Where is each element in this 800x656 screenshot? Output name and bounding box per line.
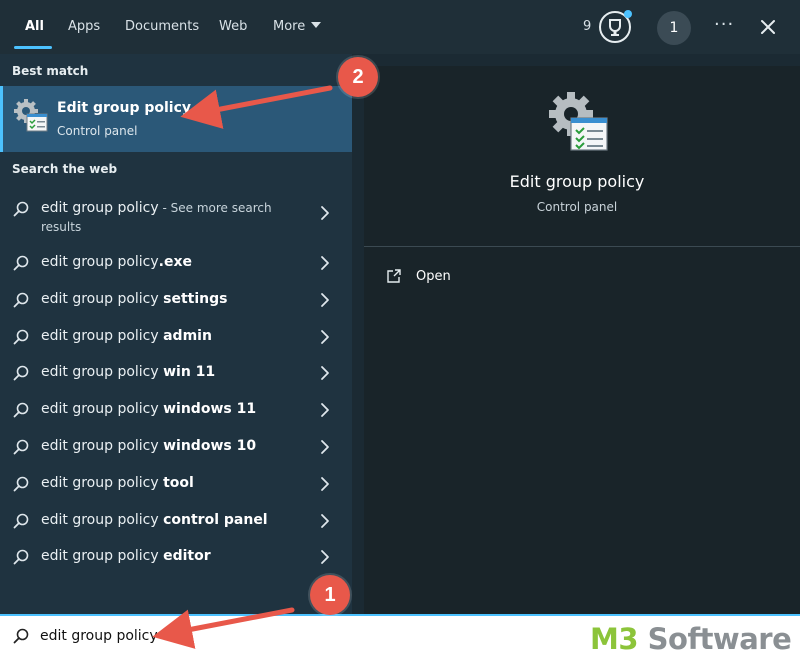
- web-result-suggestion: editor: [163, 548, 211, 565]
- web-result-text: edit group policy.exe: [41, 254, 192, 270]
- web-result-text: edit group policy settings: [41, 291, 227, 307]
- web-result[interactable]: edit group policy editor: [0, 538, 352, 575]
- search-icon: [13, 292, 29, 308]
- web-result-suggestion: admin: [163, 327, 212, 344]
- web-result-text: edit group policy tool: [41, 475, 194, 491]
- best-match-title: Edit group policy: [57, 100, 192, 116]
- search-icon: [13, 439, 29, 455]
- search-input[interactable]: [40, 625, 540, 647]
- web-result[interactable]: edit group policy settings: [0, 281, 352, 318]
- best-match-subtitle: Control panel: [57, 124, 138, 138]
- search-icon: [13, 550, 29, 565]
- search-icon: [13, 201, 29, 217]
- web-result-suggestion: control panel: [163, 511, 268, 528]
- web-result[interactable]: edit group policy control panel: [0, 502, 352, 539]
- chevron-right-icon: [321, 329, 329, 344]
- web-result-query: edit group policy: [41, 511, 164, 528]
- more-options-button[interactable]: ···: [714, 0, 734, 54]
- preview-title: Edit group policy: [509, 172, 645, 191]
- best-match-heading: Best match: [12, 64, 89, 78]
- web-result[interactable]: edit group policy win 11: [0, 354, 352, 391]
- web-result-query: edit group policy: [41, 290, 164, 307]
- watermark-m3: M3: [590, 622, 639, 656]
- tab-more-label: More: [273, 19, 306, 34]
- tab-documents[interactable]: Documents: [125, 0, 199, 54]
- preview-divider: [364, 246, 800, 247]
- see-more-hint: - See more search: [158, 201, 272, 215]
- close-icon[interactable]: [758, 17, 778, 37]
- watermark-logo: M3 Software: [590, 622, 792, 656]
- web-result-text: edit group policy control panel: [41, 512, 268, 528]
- open-label: Open: [416, 269, 451, 284]
- web-result-suggestion: .exe: [158, 254, 192, 270]
- web-result[interactable]: edit group policy tool: [0, 465, 352, 502]
- web-result-query: edit group policy: [41, 438, 164, 454]
- tab-web[interactable]: Web: [219, 0, 247, 54]
- web-result[interactable]: edit group policy windows 10: [0, 428, 352, 465]
- preview-subtitle: Control panel: [536, 200, 618, 214]
- best-match-item[interactable]: Edit group policy Control panel: [0, 86, 352, 152]
- see-more-hint-wrap: results: [41, 220, 82, 234]
- chevron-right-icon: [321, 366, 329, 381]
- web-result-query: edit group policy: [41, 200, 159, 216]
- web-result-suggestion: windows 11: [163, 401, 257, 418]
- web-result-suggestion: windows 10: [163, 438, 257, 454]
- web-result[interactable]: edit group policy admin: [0, 318, 352, 355]
- search-icon: [13, 366, 29, 381]
- web-result[interactable]: edit group policy.exe: [0, 244, 352, 281]
- web-result-query: edit group policy: [41, 327, 164, 344]
- search-icon: [13, 329, 29, 344]
- chevron-right-icon: [321, 550, 329, 565]
- chevron-right-icon: [321, 476, 329, 491]
- group-policy-icon: [14, 99, 48, 132]
- watermark-software: Software: [638, 622, 792, 656]
- web-result-see-more[interactable]: edit group policy - See more search resu…: [0, 190, 352, 238]
- web-result-query: edit group policy: [41, 548, 164, 565]
- search-icon: [13, 513, 29, 528]
- search-icon: [13, 402, 29, 418]
- chevron-right-icon: [321, 513, 329, 528]
- search-web-heading: Search the web: [12, 162, 118, 176]
- chevron-right-icon: [321, 403, 329, 418]
- web-result-suggestion: tool: [163, 474, 194, 491]
- web-result-query: edit group policy: [41, 401, 164, 418]
- chevron-right-icon: [321, 206, 329, 220]
- web-result-query: edit group policy: [41, 254, 159, 270]
- web-result-text: edit group policy windows 11: [41, 401, 256, 417]
- search-box: M3 Software: [0, 614, 800, 656]
- web-result-query: edit group policy: [41, 474, 164, 491]
- search-icon: [13, 255, 29, 271]
- search-icon: [13, 628, 29, 644]
- web-result-text: edit group policy admin: [41, 328, 212, 344]
- rewards-points: 9: [583, 19, 592, 34]
- web-result-suggestion: win 11: [163, 364, 216, 381]
- active-tab-indicator: [14, 46, 52, 49]
- web-result[interactable]: edit group policy windows 11: [0, 391, 352, 428]
- step-badge-2: 2: [338, 57, 378, 97]
- step-badge-1: 1: [310, 575, 350, 615]
- search-header: All Apps Documents Web More 9 1 ···: [0, 0, 800, 54]
- chevron-right-icon: [321, 292, 329, 307]
- notification-dot: [624, 10, 632, 18]
- web-result-text: edit group policy windows 10: [41, 438, 256, 454]
- tab-more[interactable]: More: [273, 0, 322, 54]
- preview-panel: Edit group policy Control panel Open: [364, 66, 800, 614]
- avatar[interactable]: 1: [657, 11, 691, 45]
- web-result-query: edit group policy: [41, 364, 164, 381]
- chevron-right-icon: [321, 256, 329, 270]
- chevron-right-icon: [321, 440, 329, 454]
- tab-apps[interactable]: Apps: [68, 0, 100, 54]
- web-result-suggestion: settings: [163, 290, 228, 307]
- group-policy-icon-large: [549, 92, 608, 151]
- web-result-text: edit group policy win 11: [41, 364, 215, 380]
- web-result-text: edit group policy editor: [41, 548, 211, 564]
- web-result-text: edit group policy - See more search: [41, 200, 272, 216]
- open-external-icon: [387, 269, 401, 283]
- caret-down-icon: [311, 22, 322, 28]
- search-icon: [13, 476, 29, 492]
